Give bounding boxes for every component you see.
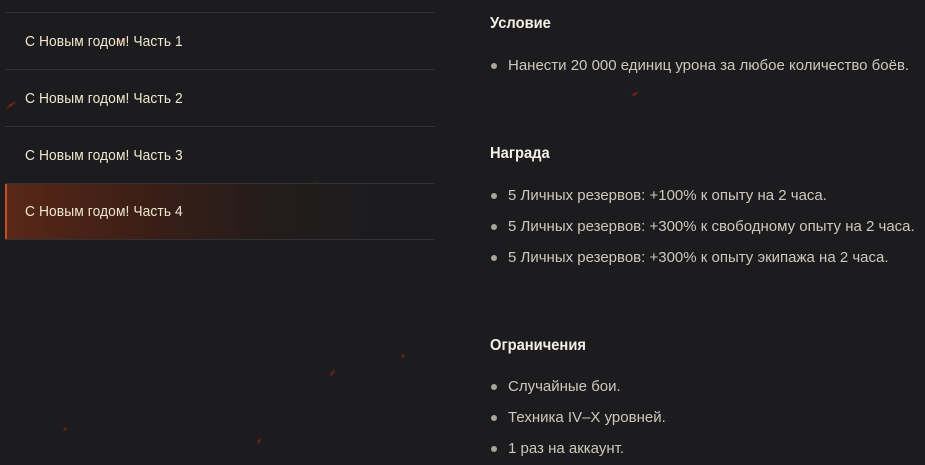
menu-item-label: С Новым годом! Часть 2 [25,89,183,107]
list-item: 1 раз на аккаунт. [490,437,922,461]
menu-item-part-1[interactable]: С Новым годом! Часть 1 [5,12,435,69]
restrictions-list: Случайные бои. Техника IV–X уровней. 1 р… [490,375,922,465]
spark-decoration [328,368,337,378]
bullet-icon [491,63,497,69]
menu-item-label: С Новым годом! Часть 1 [25,32,183,50]
menu-item-label: С Новым годом! Часть 4 [25,203,183,220]
mission-menu: С Новым годом! Часть 1 С Новым годом! Ча… [5,12,435,240]
restrictions-title: Ограничения [490,337,586,354]
condition-title: Условие [490,15,551,32]
mission-page: С Новым годом! Часть 1 С Новым годом! Ча… [0,0,925,465]
list-item: 5 Личных резервов: +300% к свободному оп… [490,215,922,239]
menu-item-part-2[interactable]: С Новым годом! Часть 2 [5,69,435,126]
restriction-text: 1 раз на аккаунт. [508,440,624,457]
bullet-icon [491,446,497,452]
list-item: Нанести 20 000 единиц урона за любое кол… [490,54,922,78]
restriction-text: Техника IV–X уровней. [508,409,666,426]
bullet-icon [491,224,497,230]
bullet-icon [491,193,497,199]
restriction-text: Случайные бои. [508,378,621,395]
spark-decoration [400,352,406,360]
list-item: Техника IV–X уровней. [490,406,922,430]
bullet-icon [491,255,497,261]
menu-item-part-4[interactable]: С Новым годом! Часть 4 [5,183,435,240]
reward-title: Награда [490,145,550,162]
menu-item-label: С Новым годом! Часть 3 [25,146,183,164]
reward-list: 5 Личных резервов: +100% к опыту на 2 ча… [490,184,922,277]
list-item: Случайные бои. [490,375,922,399]
condition-text: Нанести 20 000 единиц урона за любое кол… [508,57,910,74]
list-item: 5 Личных резервов: +100% к опыту на 2 ча… [490,184,922,208]
spark-decoration [256,436,262,446]
list-item: 5 Личных резервов: +300% к опыту экипажа… [490,246,922,270]
condition-list: Нанести 20 000 единиц урона за любое кол… [490,54,922,85]
reward-text: 5 Личных резервов: +300% к опыту экипажа… [508,249,889,266]
bullet-icon [491,415,497,421]
spark-decoration [62,426,68,432]
bullet-icon [491,384,497,390]
reward-text: 5 Личных резервов: +100% к опыту на 2 ча… [508,187,827,204]
reward-text: 5 Личных резервов: +300% к свободному оп… [508,218,915,235]
spark-decoration [630,90,640,98]
menu-item-part-3[interactable]: С Новым годом! Часть 3 [5,126,435,183]
